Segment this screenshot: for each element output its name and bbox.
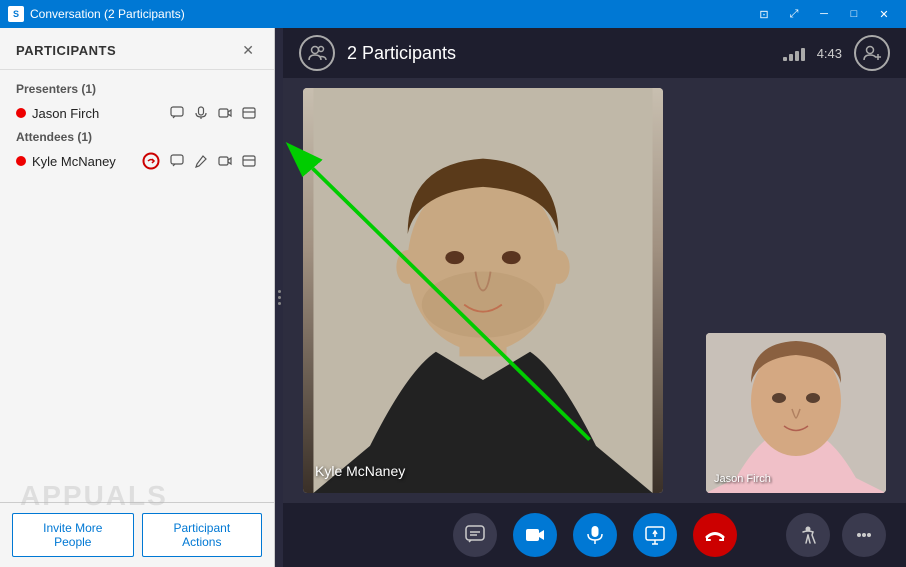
video-main: Kyle McNaney	[283, 78, 906, 503]
jason-avatar-svg	[706, 333, 886, 493]
kyle-share-icon[interactable]	[240, 152, 258, 170]
jason-chat-icon[interactable]	[168, 104, 186, 122]
video-top-bar: 2 Participants 4:43	[283, 28, 906, 78]
panel-footer: Invite More People Participant Actions	[0, 502, 274, 567]
kyle-video-feed	[303, 88, 663, 493]
kyle-participant-row: Kyle McNaney	[0, 148, 274, 174]
window-controls: ⊡ ⤢ ─ □ ✕	[750, 4, 898, 24]
kyle-pen-icon[interactable]	[192, 152, 210, 170]
main-content: PARTICIPANTS ✕ Presenters (1) Jason Firc…	[0, 28, 906, 567]
minimize-btn[interactable]: ─	[810, 4, 838, 24]
status-dot-kyle	[16, 156, 26, 166]
kyle-icons	[142, 152, 258, 170]
attendees-label: Attendees (1)	[0, 126, 274, 148]
tile-btn[interactable]: ⊡	[750, 4, 778, 24]
video-bottom-bar	[283, 503, 906, 567]
chat-button[interactable]	[453, 513, 497, 557]
panel-close-btn[interactable]: ✕	[238, 40, 258, 61]
time-display: 4:43	[817, 46, 842, 61]
jason-video-feed	[706, 333, 886, 493]
jason-icons	[168, 104, 258, 122]
title-bar-left: S Conversation (2 Participants)	[8, 6, 185, 22]
right-controls	[786, 513, 886, 557]
more-options-button[interactable]	[842, 513, 886, 557]
status-dot-jason	[16, 108, 26, 118]
close-btn[interactable]: ✕	[870, 4, 898, 24]
panel-divider	[275, 28, 283, 567]
presenters-label: Presenters (1)	[0, 78, 274, 100]
participants-icon	[299, 35, 335, 71]
add-participant-button[interactable]	[854, 35, 890, 71]
participant-name-kyle: Kyle McNaney	[32, 154, 142, 169]
kyle-cam-icon[interactable]	[216, 152, 234, 170]
maximize-btn[interactable]: □	[840, 4, 868, 24]
divider-dots	[278, 290, 281, 305]
participant-name-jason: Jason Firch	[32, 106, 168, 121]
video-top-right: 4:43	[783, 35, 890, 71]
kyle-video-label: Kyle McNaney	[315, 463, 405, 479]
participant-row: Jason Firch	[0, 100, 274, 126]
mic-button[interactable]	[573, 513, 617, 557]
end-call-button[interactable]	[693, 513, 737, 557]
svg-text:S: S	[13, 9, 19, 19]
accessibility-button[interactable]	[786, 513, 830, 557]
restore-btn[interactable]: ⤢	[780, 4, 808, 24]
kyle-avatar-svg	[303, 88, 663, 493]
invite-more-button[interactable]: Invite More People	[12, 513, 134, 557]
title-bar: S Conversation (2 Participants) ⊡ ⤢ ─ □ …	[0, 0, 906, 28]
jason-share-icon[interactable]	[240, 104, 258, 122]
jason-mic-icon[interactable]	[192, 104, 210, 122]
secondary-video-jason: Jason Firch	[706, 333, 886, 493]
panel-header: PARTICIPANTS ✕	[0, 28, 274, 70]
panel-body: Presenters (1) Jason Firch	[0, 70, 274, 502]
app-icon: S	[8, 6, 24, 22]
screen-share-button[interactable]	[633, 513, 677, 557]
panel-title: PARTICIPANTS	[16, 43, 116, 58]
kyle-action-btn[interactable]	[142, 152, 160, 170]
kyle-chat-icon[interactable]	[168, 152, 186, 170]
window-title: Conversation (2 Participants)	[30, 7, 185, 21]
jason-video-label: Jason Firch	[714, 473, 771, 485]
participants-count: 2 Participants	[347, 43, 456, 64]
video-area: 2 Participants 4:43	[283, 28, 906, 567]
main-video-kyle: Kyle McNaney	[303, 88, 663, 493]
jason-cam-icon[interactable]	[216, 104, 234, 122]
video-button[interactable]	[513, 513, 557, 557]
signal-bars	[783, 45, 805, 61]
participants-panel: PARTICIPANTS ✕ Presenters (1) Jason Firc…	[0, 28, 275, 567]
participant-actions-button[interactable]: Participant Actions	[142, 513, 262, 557]
